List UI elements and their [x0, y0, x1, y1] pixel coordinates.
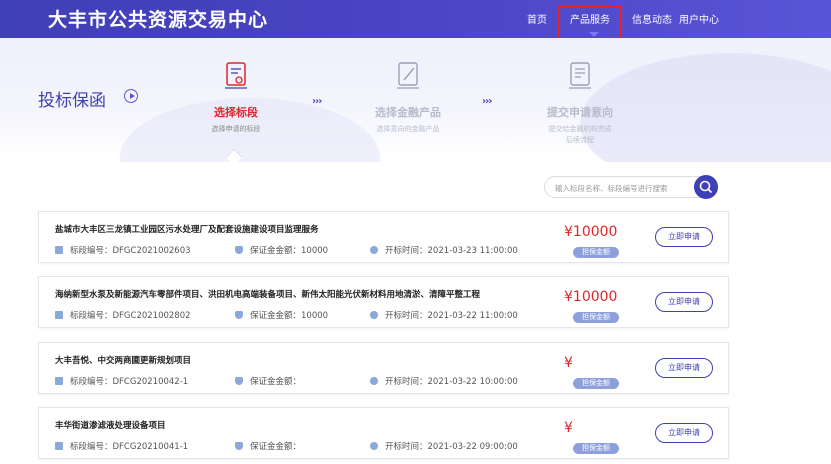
list-item: 盐城市大丰区三龙镇工业园区污水处理厂及配套设施建设项目监理服务 标段编号：DFG…: [38, 211, 729, 263]
item-code-text: 标段编号：DFCG20210041-1: [70, 442, 189, 452]
item-bond-text: 保证金金额：: [250, 377, 302, 387]
price-tag: 担保金额: [573, 443, 619, 454]
item-open-time: 开标时间：2021-03-22 10:00:00: [370, 375, 518, 387]
apply-button[interactable]: 立即申请: [655, 358, 713, 378]
clock-icon: [370, 246, 378, 254]
search-icon: [699, 180, 713, 194]
list-item: 大丰吾悦、中交两商圃更新规划项目 标段编号：DFCG20210042-1 保证金…: [38, 342, 729, 394]
item-open-time-text: 开标时间：2021-03-22 09:00:00: [385, 442, 518, 452]
item-code: 标段编号：DFGC2021002603: [55, 244, 191, 256]
item-code-text: 标段编号：DFCG20210042-1: [70, 377, 189, 387]
search-button[interactable]: [694, 175, 718, 199]
item-price: ¥: [564, 420, 573, 436]
item-title: 丰华街道渗滤液处理设备项目: [55, 421, 166, 431]
document-ribbon-icon: [225, 62, 247, 89]
document-icon: [55, 377, 63, 385]
document-icon: [55, 246, 63, 254]
clock-icon: [370, 311, 378, 319]
step-separator-icon: ›››: [312, 96, 322, 107]
item-bond-text: 保证金金额：10000: [250, 311, 329, 321]
item-code: 标段编号：DFCG20210041-1: [55, 440, 188, 452]
item-bond: 保证金金额：: [235, 375, 301, 387]
item-open-time-text: 开标时间：2021-03-22 10:00:00: [385, 377, 518, 387]
step-subtitle: 选择申请的标段: [211, 125, 261, 133]
step-separator-icon: ›››: [482, 96, 492, 107]
play-icon[interactable]: [124, 89, 138, 103]
item-bond-text: 保证金金额：: [250, 442, 302, 452]
item-code-text: 标段编号：DFGC2021002802: [70, 311, 191, 321]
item-bond: 保证金金额：: [235, 440, 301, 452]
document-icon: [55, 442, 63, 450]
clock-icon: [370, 442, 378, 450]
step-select-section[interactable]: 选择标段 选择申请的标段: [198, 60, 274, 134]
top-header: 大丰市公共资源交易中心 首页 产品服务 信息动态 用户中心: [0, 0, 831, 38]
item-bond-text: 保证金金额：10000: [250, 246, 329, 256]
item-open-time: 开标时间：2021-03-23 11:00:00: [370, 244, 518, 256]
shield-icon: [235, 246, 243, 254]
item-open-time: 开标时间：2021-03-22 11:00:00: [370, 309, 518, 321]
nav-news[interactable]: 信息动态: [632, 11, 672, 26]
clock-icon: [370, 377, 378, 385]
item-code: 标段编号：DFGC2021002802: [55, 309, 191, 321]
item-price: ¥10000: [564, 289, 618, 305]
search-input[interactable]: [555, 181, 690, 195]
item-code-text: 标段编号：DFGC2021002603: [70, 246, 191, 256]
item-title: 盐城市大丰区三龙镇工业园区污水处理厂及配套设施建设项目监理服务: [55, 225, 319, 235]
step-select-product[interactable]: 选择金融产品 选择意向的金融产品: [366, 60, 450, 134]
step-title: 选择金融产品: [375, 106, 441, 119]
document-icon: [55, 311, 63, 319]
list-document-icon: [569, 62, 591, 89]
item-open-time: 开标时间：2021-03-22 09:00:00: [370, 440, 518, 452]
step-submit-intent[interactable]: 提交申请意向 提交给金融机构完成 后续流程: [537, 60, 623, 145]
item-price: ¥10000: [564, 224, 618, 240]
shield-icon: [235, 311, 243, 319]
item-title: 大丰吾悦、中交两商圃更新规划项目: [55, 356, 192, 366]
list-item: 丰华街道渗滤液处理设备项目 标段编号：DFCG20210041-1 保证金金额：…: [38, 407, 729, 459]
step-subtitle: 选择意向的金融产品: [376, 125, 440, 133]
step-title: 提交申请意向: [547, 106, 613, 119]
price-tag: 担保金额: [573, 312, 619, 323]
shield-icon: [235, 377, 243, 385]
price-tag: 担保金额: [573, 378, 619, 389]
pen-document-icon: [397, 62, 419, 89]
site-title: 大丰市公共资源交易中心: [48, 9, 269, 31]
apply-button[interactable]: 立即申请: [655, 423, 713, 443]
price-tag: 担保金额: [573, 247, 619, 258]
step-subtitle-line2: 后续流程: [566, 136, 594, 144]
search-box: [544, 176, 716, 198]
shield-icon: [235, 442, 243, 450]
banner-title: 投标保函: [38, 91, 106, 111]
item-price: ¥: [564, 355, 573, 371]
list-item: 海纳新型水泵及新能源汽车零部件项目、洪田机电高端装备项目、新伟太阳能光伏新材料用…: [38, 276, 729, 328]
step-title: 选择标段: [214, 106, 258, 119]
apply-button[interactable]: 立即申请: [655, 227, 713, 247]
process-banner: 投标保函 选择标段 选择申请的标段 ››› 选择金融产品 选择意向的金融产品 ›…: [0, 38, 831, 162]
nav-home[interactable]: 首页: [527, 11, 547, 26]
item-title: 海纳新型水泵及新能源汽车零部件项目、洪田机电高端装备项目、新伟太阳能光伏新材料用…: [55, 290, 481, 300]
item-code: 标段编号：DFCG20210042-1: [55, 375, 188, 387]
item-bond: 保证金金额：10000: [235, 309, 328, 321]
item-bond: 保证金金额：10000: [235, 244, 328, 256]
item-open-time-text: 开标时间：2021-03-23 11:00:00: [385, 246, 518, 256]
apply-button[interactable]: 立即申请: [655, 292, 713, 312]
nav-user-center[interactable]: 用户中心: [679, 11, 719, 26]
step-subtitle: 提交给金融机构完成: [548, 125, 612, 133]
item-open-time-text: 开标时间：2021-03-22 11:00:00: [385, 311, 518, 321]
